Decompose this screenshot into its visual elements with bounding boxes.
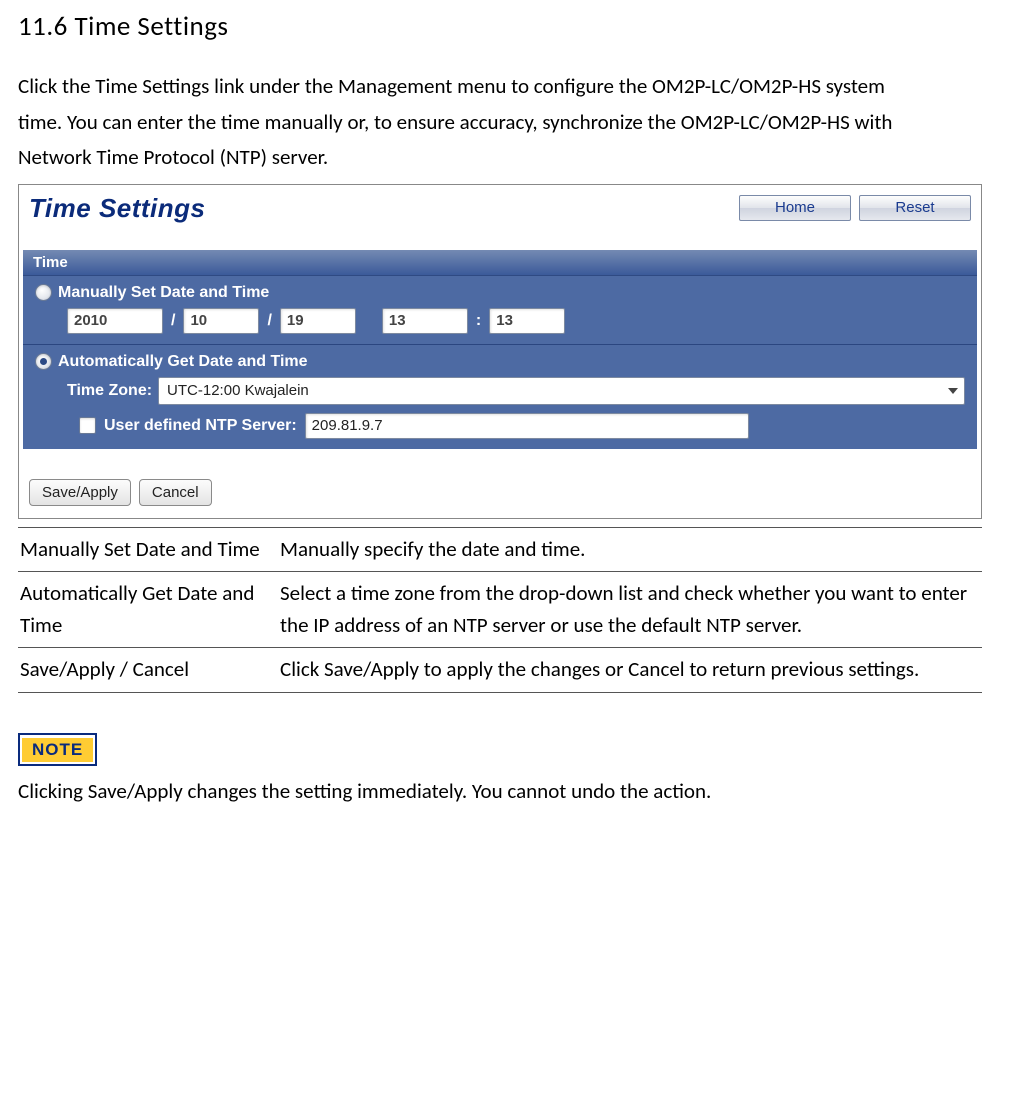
cancel-button[interactable]: Cancel (139, 479, 212, 506)
day-input[interactable]: 19 (280, 308, 356, 334)
auto-radio[interactable] (35, 353, 52, 370)
table-row: Manually Set Date and Time Manually spec… (18, 527, 982, 572)
intro-line-3: Network Time Protocol (NTP) server. (18, 142, 982, 174)
time-panel-header: Time (23, 250, 977, 275)
timezone-select[interactable]: UTC-12:00 Kwajalein (158, 377, 965, 405)
note-badge: NOTE (18, 733, 97, 766)
auto-section: Automatically Get Date and Time Time Zon… (23, 344, 977, 449)
minute-input[interactable]: 13 (489, 308, 565, 334)
section-heading: 11.6 Time Settings (18, 10, 982, 43)
manual-section: Manually Set Date and Time 2010 / 10 / 1… (23, 275, 977, 344)
chevron-down-icon (948, 388, 958, 394)
hour-input[interactable]: 13 (382, 308, 468, 334)
manual-label: Manually Set Date and Time (58, 284, 269, 302)
date-separator: / (169, 312, 177, 330)
time-settings-screenshot: Time Settings Home Reset Time Manually S… (18, 184, 982, 519)
ntp-checkbox[interactable] (79, 417, 96, 434)
desc-cell: Select a time zone from the drop-down li… (278, 572, 982, 648)
table-row: Automatically Get Date and Time Select a… (18, 572, 982, 648)
date-separator: / (265, 312, 273, 330)
timezone-label: Time Zone: (67, 382, 152, 400)
ntp-label: User defined NTP Server: (104, 417, 297, 435)
panel-title: Time Settings (29, 193, 206, 224)
reset-button[interactable]: Reset (859, 195, 971, 221)
save-apply-button[interactable]: Save/Apply (29, 479, 131, 506)
note-text: Clicking Save/Apply changes the setting … (18, 776, 982, 808)
term-cell: Automatically Get Date and Time (18, 572, 278, 648)
term-cell: Save/Apply / Cancel (18, 648, 278, 693)
month-input[interactable]: 10 (183, 308, 259, 334)
home-button[interactable]: Home (739, 195, 851, 221)
term-cell: Manually Set Date and Time (18, 527, 278, 572)
intro-line-1: Click the Time Settings link under the M… (18, 71, 982, 103)
note-badge-label: NOTE (20, 736, 95, 764)
time-separator: : (474, 312, 483, 330)
intro-line-2: time. You can enter the time manually or… (18, 107, 982, 139)
year-input[interactable]: 2010 (67, 308, 163, 334)
desc-cell: Manually specify the date and time. (278, 527, 982, 572)
ntp-server-input[interactable]: 209.81.9.7 (305, 413, 749, 439)
table-row: Save/Apply / Cancel Click Save/Apply to … (18, 648, 982, 693)
timezone-value: UTC-12:00 Kwajalein (167, 382, 309, 399)
manual-radio[interactable] (35, 284, 52, 301)
description-table: Manually Set Date and Time Manually spec… (18, 527, 982, 693)
desc-cell: Click Save/Apply to apply the changes or… (278, 648, 982, 693)
auto-label: Automatically Get Date and Time (58, 353, 308, 371)
